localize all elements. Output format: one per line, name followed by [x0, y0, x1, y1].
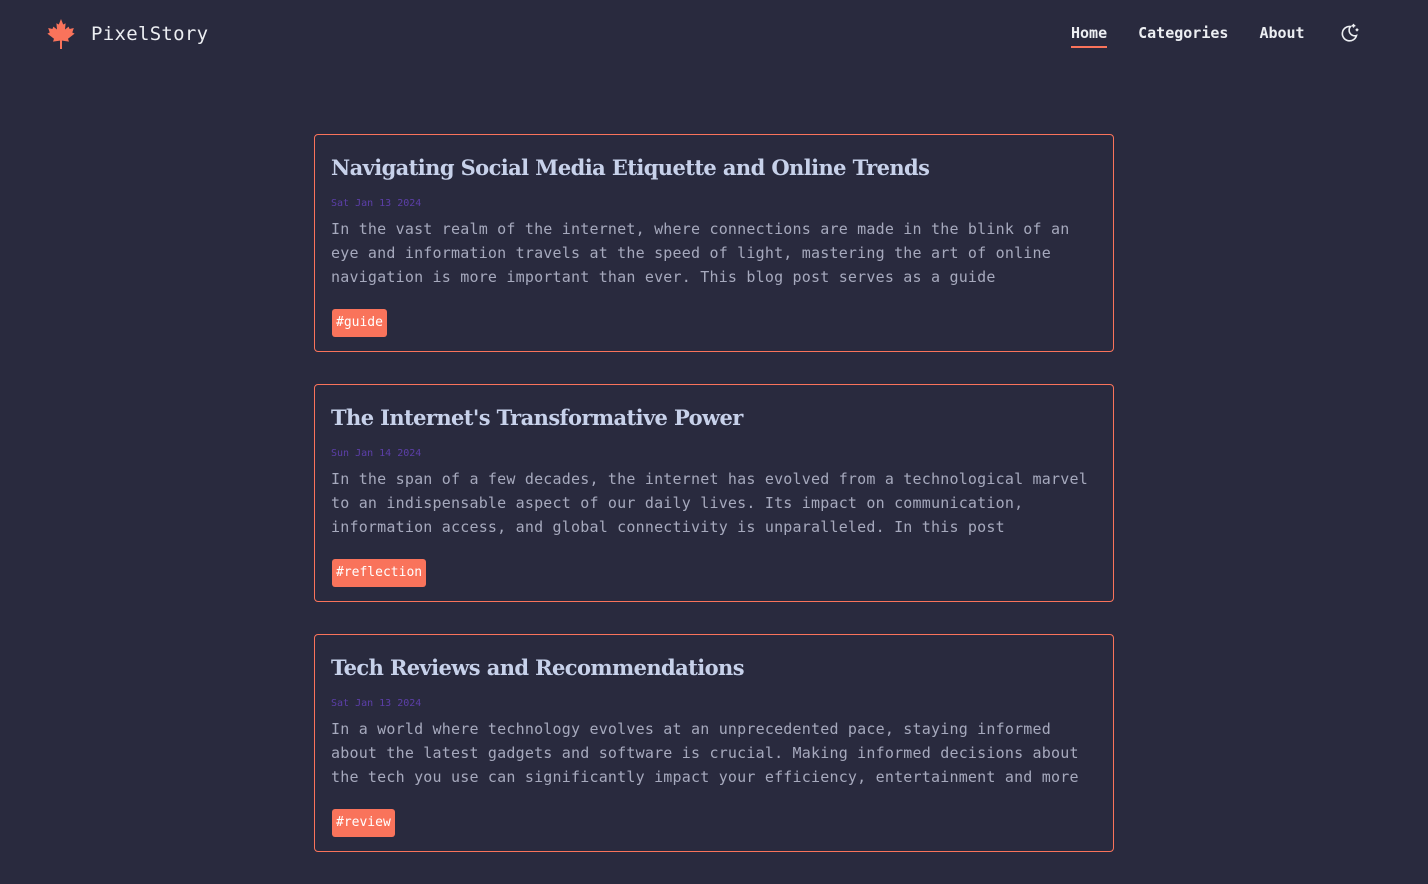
post-date: Sat Jan 13 2024	[331, 198, 422, 209]
post-title[interactable]: Tech Reviews and Recommendations	[331, 651, 1097, 685]
nav-home[interactable]: Home	[1071, 20, 1108, 48]
maple-leaf-icon	[46, 18, 76, 50]
post-excerpt: In the vast realm of the internet, where…	[331, 220, 1070, 286]
post-card: The Internet's Transformative Power Sun …	[314, 384, 1114, 602]
post-title[interactable]: Navigating Social Media Etiquette and On…	[331, 151, 1097, 185]
nav-categories[interactable]: Categories	[1138, 20, 1228, 46]
post-date: Sun Jan 14 2024	[331, 448, 422, 459]
post-tag[interactable]: #review	[332, 809, 395, 837]
brand-link[interactable]: PixelStory	[46, 18, 208, 50]
brand-name: PixelStory	[91, 23, 209, 45]
post-card: Tech Reviews and Recommendations Sat Jan…	[314, 634, 1114, 852]
post-title[interactable]: The Internet's Transformative Power	[331, 401, 1097, 435]
main-nav: Home Categories About	[1071, 20, 1360, 48]
post-excerpt: In the span of a few decades, the intern…	[331, 470, 1088, 536]
post-excerpt: In a world where technology evolves at a…	[331, 720, 1079, 786]
post-date: Sat Jan 13 2024	[331, 698, 422, 709]
nav-about[interactable]: About	[1259, 20, 1304, 46]
post-tag[interactable]: #reflection	[332, 559, 427, 587]
post-card: Navigating Social Media Etiquette and On…	[314, 134, 1114, 352]
site-header: PixelStory Home Categories About	[0, 0, 1428, 68]
moon-icon[interactable]	[1338, 22, 1360, 44]
post-tag[interactable]: #guide	[332, 309, 387, 337]
post-list: Navigating Social Media Etiquette and On…	[314, 134, 1114, 884]
